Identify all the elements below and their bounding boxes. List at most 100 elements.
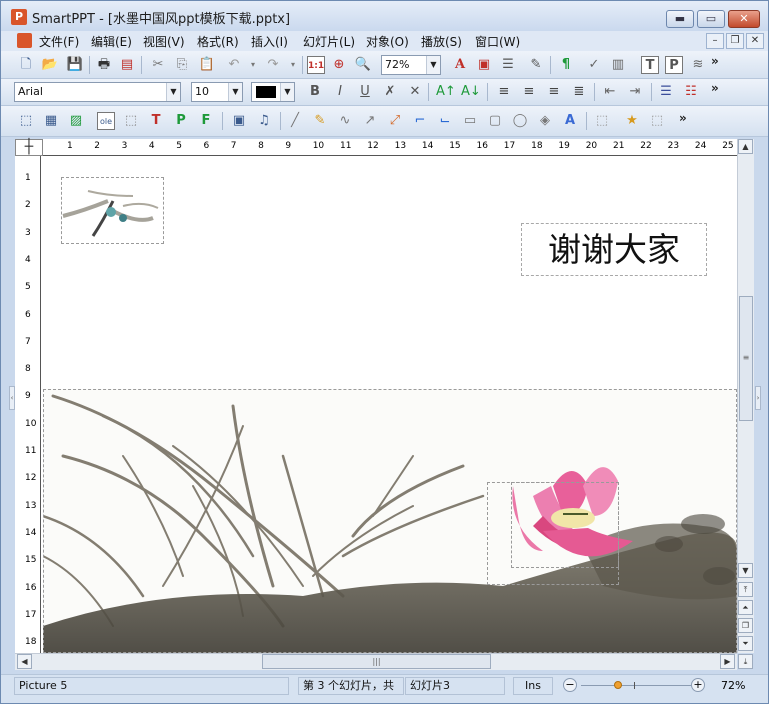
cut-icon[interactable]: ✂ [149, 56, 167, 74]
lotus-inner-frame[interactable] [511, 482, 619, 568]
scroll-left-icon[interactable]: ◀ [17, 654, 32, 669]
chart-frame-icon[interactable]: ⬚ [122, 112, 140, 130]
bullet-list-icon[interactable]: ☰ [657, 83, 675, 101]
pencil-icon[interactable]: ✎ [311, 112, 329, 130]
text-color-select[interactable]: ▼ [251, 82, 295, 102]
arrow-icon[interactable]: ↗ [361, 112, 379, 130]
menu-slide[interactable]: 幻灯片(L) [303, 33, 355, 50]
save-icon[interactable]: 💾 [66, 56, 84, 74]
horizontal-scroll-thumb[interactable]: ||| [262, 654, 491, 669]
undo-dropdown-icon[interactable]: ▾ [244, 56, 262, 74]
menu-view[interactable]: 视图(V) [143, 33, 185, 50]
next-slide-icon[interactable]: ⏷ [738, 636, 753, 651]
toolbar-overflow-chevron[interactable]: » [711, 81, 719, 95]
line-icon[interactable]: ╱ [286, 112, 304, 130]
rectangle-icon[interactable]: ▭ [461, 112, 479, 130]
shapes-icon[interactable]: ◈ [536, 112, 554, 130]
document-icon[interactable] [17, 33, 32, 48]
thanks-text-box[interactable]: 谢谢大家 [521, 223, 707, 276]
undo-icon[interactable]: ↶ [225, 56, 243, 74]
text-frame-icon[interactable]: T [147, 112, 165, 130]
new-file-icon[interactable]: 🗋 [17, 56, 35, 74]
text-box-icon[interactable]: ▣ [475, 56, 493, 74]
font-name-select[interactable]: Arial ▼ [14, 82, 181, 102]
connector-icon[interactable]: ⤢ [386, 112, 404, 130]
scroll-down-icon[interactable]: ▼ [738, 563, 753, 578]
print-icon[interactable]: 🖶 [95, 56, 113, 74]
list-frame-icon[interactable]: ☰ [499, 56, 517, 74]
toolbar-overflow-chevron[interactable]: » [711, 54, 719, 68]
redo-dropdown-icon[interactable]: ▾ [284, 56, 302, 74]
open-folder-icon[interactable]: 📂 [41, 56, 59, 74]
group-icon[interactable]: ⬚ [593, 112, 611, 130]
pdf-export-icon[interactable]: ▤ [118, 56, 136, 74]
decrease-font-icon[interactable]: A↓ [461, 83, 481, 101]
mdi-minimize-button[interactable]: – [706, 33, 724, 49]
page-t-icon[interactable]: T [641, 56, 659, 74]
left-splitter-handle[interactable]: ‹ [9, 386, 15, 410]
star-icon[interactable]: ★ [623, 112, 641, 130]
toolbar-overflow-chevron[interactable]: » [679, 111, 687, 125]
copy-icon[interactable]: ⎘ [173, 56, 191, 74]
form-frame-icon[interactable]: F [197, 112, 215, 130]
font-color-a-icon[interactable]: A [451, 56, 469, 74]
slide-overview-icon[interactable]: ❐ [738, 618, 753, 633]
align-right-icon[interactable]: ≡ [545, 83, 563, 101]
zoom-out-icon[interactable]: − [563, 678, 577, 692]
outdent-icon[interactable]: ⇤ [601, 83, 619, 101]
restore-button[interactable]: ▭ [697, 10, 725, 28]
menu-object[interactable]: 对象(O) [366, 33, 409, 50]
clear-format-icon[interactable]: ✕ [406, 83, 424, 101]
background-picture-frame[interactable] [43, 389, 737, 653]
italic-icon[interactable]: I [331, 83, 349, 101]
image-icon[interactable]: ▨ [67, 112, 85, 130]
strikethrough-icon[interactable]: ✗ [381, 83, 399, 101]
status-insert-mode[interactable]: Ins [513, 677, 553, 695]
curve-icon[interactable]: ∿ [336, 112, 354, 130]
right-splitter-handle[interactable]: › [755, 386, 761, 410]
elbow-connector-icon[interactable]: ⌐ [411, 112, 429, 130]
layers-icon[interactable]: ≋ [689, 56, 707, 74]
select-frame-icon[interactable]: ⬚ [17, 112, 35, 130]
zoom-slider-track[interactable] [581, 685, 691, 686]
zoom-select[interactable]: 72% ▼ [381, 55, 441, 75]
menu-edit[interactable]: 编辑(E) [91, 33, 132, 50]
scroll-right-icon[interactable]: ▶ [720, 654, 735, 669]
horizontal-scrollbar[interactable]: ◀ ||| ▶ [15, 653, 737, 670]
mdi-close-button[interactable]: ✕ [746, 33, 764, 49]
dragonfly-picture-frame[interactable] [61, 177, 164, 244]
custom-shape-icon[interactable]: ⬚ [648, 112, 666, 130]
mdi-restore-button[interactable]: ❐ [726, 33, 744, 49]
align-left-icon[interactable]: ≡ [495, 83, 513, 101]
menu-play[interactable]: 播放(S) [421, 33, 462, 50]
increase-font-icon[interactable]: A↑ [436, 83, 456, 101]
actual-size-icon[interactable]: 1:1 [307, 56, 325, 74]
ellipse-icon[interactable]: ◯ [511, 112, 529, 130]
menu-file[interactable]: 文件(F) [39, 33, 79, 50]
rounded-rectangle-icon[interactable]: ▢ [486, 112, 504, 130]
paragraph-mark-icon[interactable]: ¶ [557, 56, 575, 74]
minimize-button[interactable]: ▬ [666, 10, 694, 28]
table-icon[interactable]: ▦ [42, 112, 60, 130]
bold-icon[interactable]: B [306, 83, 324, 101]
page-p-icon[interactable]: P [665, 56, 683, 74]
menu-format[interactable]: 格式(R) [197, 33, 239, 50]
font-size-select[interactable]: 10 ▼ [191, 82, 243, 102]
zoom-slider-thumb[interactable] [614, 681, 623, 689]
menu-window[interactable]: 窗口(W) [475, 33, 520, 50]
format-painter-icon[interactable]: ✎ [527, 56, 545, 74]
paste-icon[interactable]: 📋 [198, 56, 216, 74]
menu-insert[interactable]: 插入(I) [251, 33, 288, 50]
indent-icon[interactable]: ⇥ [626, 83, 644, 101]
video-icon[interactable]: ▣ [230, 112, 248, 130]
justify-icon[interactable]: ≣ [570, 83, 588, 101]
word-art-icon[interactable]: A [561, 112, 579, 130]
close-button[interactable]: ✕ [728, 10, 760, 28]
first-slide-icon[interactable]: ⤒ [738, 582, 753, 597]
step-connector-icon[interactable]: ⌙ [436, 112, 454, 130]
numbered-list-icon[interactable]: ☷ [682, 83, 700, 101]
zoom-fit-icon[interactable]: ⊕ [330, 56, 348, 74]
ole-object-icon[interactable]: ole [97, 112, 115, 130]
ruler-origin-icon[interactable]: ┼ [15, 139, 43, 156]
underline-icon[interactable]: U [356, 83, 374, 101]
